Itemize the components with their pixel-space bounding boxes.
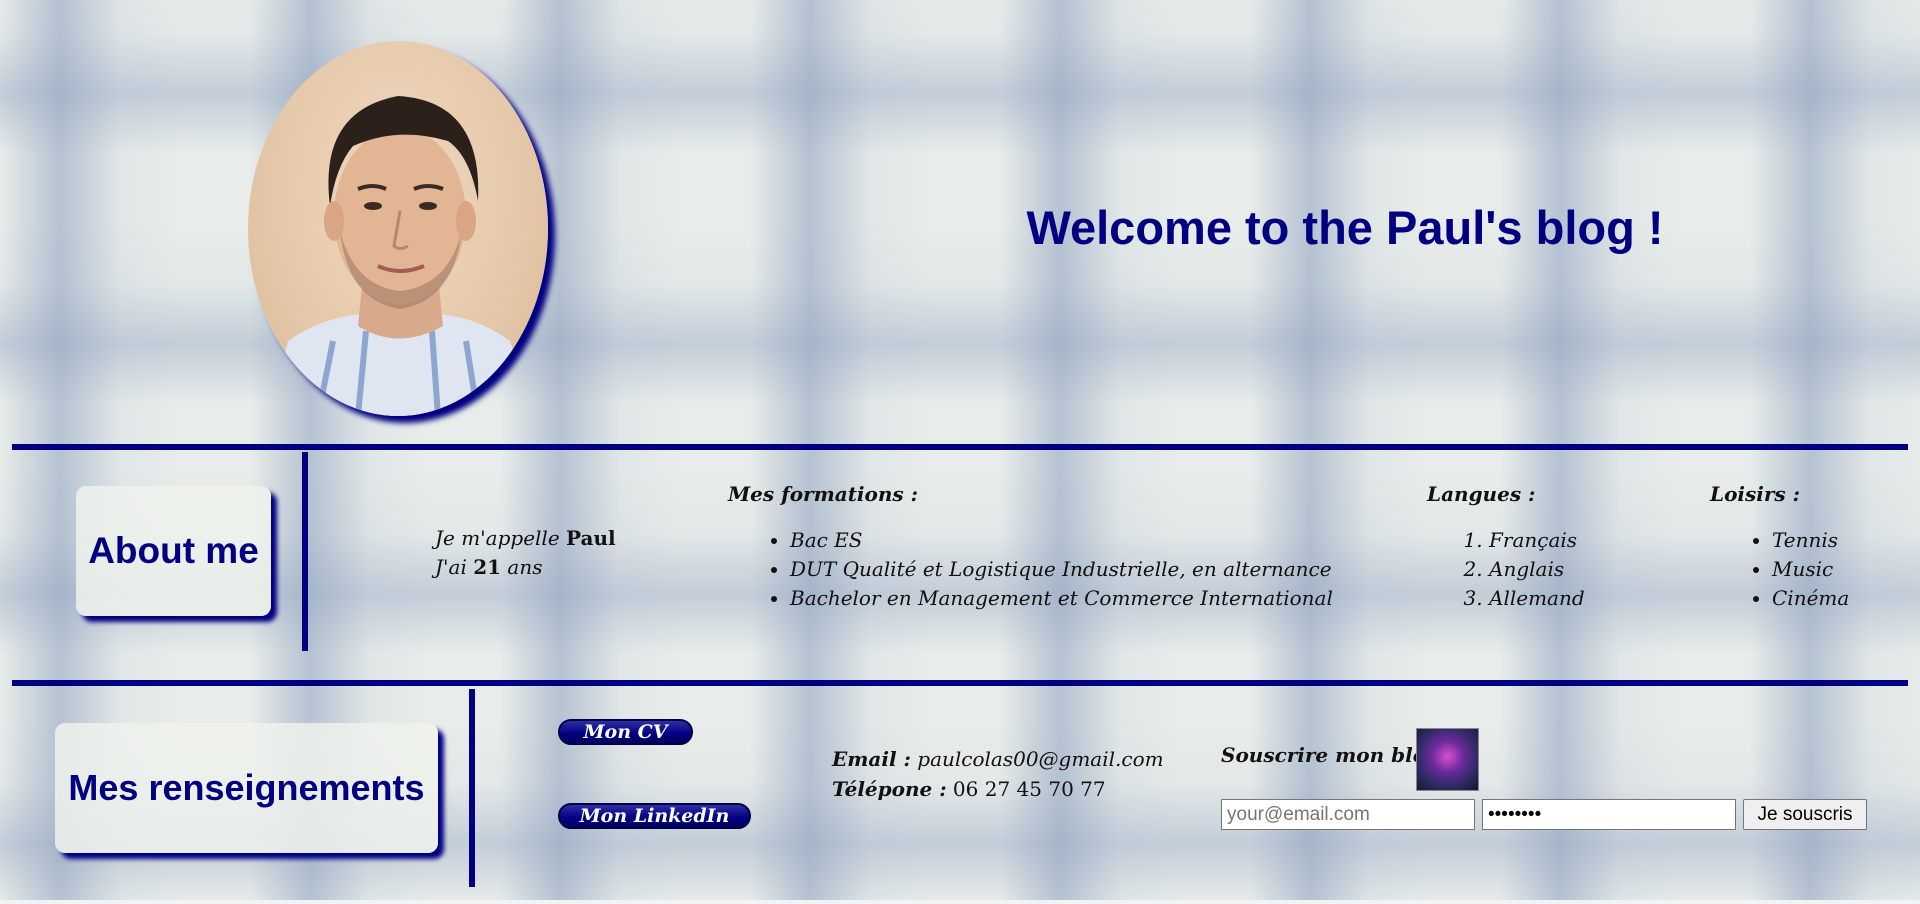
loisirs-heading: Loisirs : [1710, 482, 1800, 506]
about-section-title: About me [76, 486, 271, 616]
linkedin-button[interactable]: Mon LinkedIn [558, 803, 751, 829]
profile-photo [248, 41, 548, 416]
formations-heading-prefix: Mes [728, 482, 782, 506]
list-item: DUT Qualité et Logistique Industrielle, … [790, 555, 1333, 584]
list-item: Bac ES [790, 526, 1333, 555]
divider-top [12, 444, 1908, 450]
formations-heading-suffix: : [903, 482, 919, 506]
intro-age-prefix: J'ai [435, 555, 474, 579]
intro-age: 21 [473, 555, 502, 579]
intro-name: Paul [566, 526, 616, 550]
list-item: Tennis [1772, 526, 1849, 555]
list-item: Bachelor en Management et Commerce Inter… [790, 584, 1333, 613]
list-item: Allemand [1489, 584, 1585, 613]
loisirs-block: Loisirs : Tennis Music Cinéma [1710, 482, 1849, 613]
langues-block: Langues : Français Anglais Allemand [1427, 482, 1585, 613]
about-vertical-divider [302, 452, 308, 651]
loisirs-list: Tennis Music Cinéma [1748, 526, 1849, 613]
intro-text: Je m'appelle Paul J'ai 21 ans [435, 524, 616, 582]
formations-heading-main: formations [781, 482, 904, 506]
blog-avatar-icon [1416, 728, 1479, 791]
formations-list: Bac ES DUT Qualité et Logistique Industr… [766, 526, 1333, 613]
contact-info: Email : paulcolas00@gmail.com Télépone :… [832, 744, 1164, 804]
intro-age-line: J'ai 21 ans [435, 553, 616, 582]
subscribe-button[interactable]: Je souscris [1743, 799, 1867, 830]
intro-name-prefix: Je m'appelle [435, 526, 567, 550]
phone-line: Télépone : 06 27 45 70 77 [832, 774, 1164, 804]
page-title: Welcome to the Paul's blog ! [1026, 201, 1664, 254]
subscribe-password-input[interactable] [1482, 799, 1736, 830]
list-item: Anglais [1489, 555, 1585, 584]
list-item: Français [1489, 526, 1585, 555]
email-label: Email : [832, 747, 911, 771]
renseignements-vertical-divider [469, 689, 475, 887]
phone-label: Télépone : [832, 777, 947, 801]
renseignements-section-title: Mes renseignements [55, 723, 438, 853]
intro-name-line: Je m'appelle Paul [435, 524, 616, 553]
langues-heading: Langues : [1427, 482, 1536, 506]
page-bottom-edge [0, 900, 1920, 904]
email-value[interactable]: paulcolas00@gmail.com [911, 747, 1163, 771]
list-item: Music [1772, 555, 1849, 584]
portrait-image [268, 96, 533, 416]
divider-middle [12, 680, 1908, 686]
list-item: Cinéma [1772, 584, 1849, 613]
intro-age-suffix: ans [501, 555, 543, 579]
langues-list: Français Anglais Allemand [1465, 526, 1585, 613]
formations-block: Mes formations : Bac ES DUT Qualité et L… [728, 482, 1333, 613]
cv-button[interactable]: Mon CV [558, 719, 693, 745]
subscribe-email-input[interactable] [1221, 799, 1475, 830]
phone-value: 06 27 45 70 77 [946, 777, 1106, 801]
email-line: Email : paulcolas00@gmail.com [832, 744, 1164, 774]
formations-heading: Mes formations : [728, 482, 1333, 506]
